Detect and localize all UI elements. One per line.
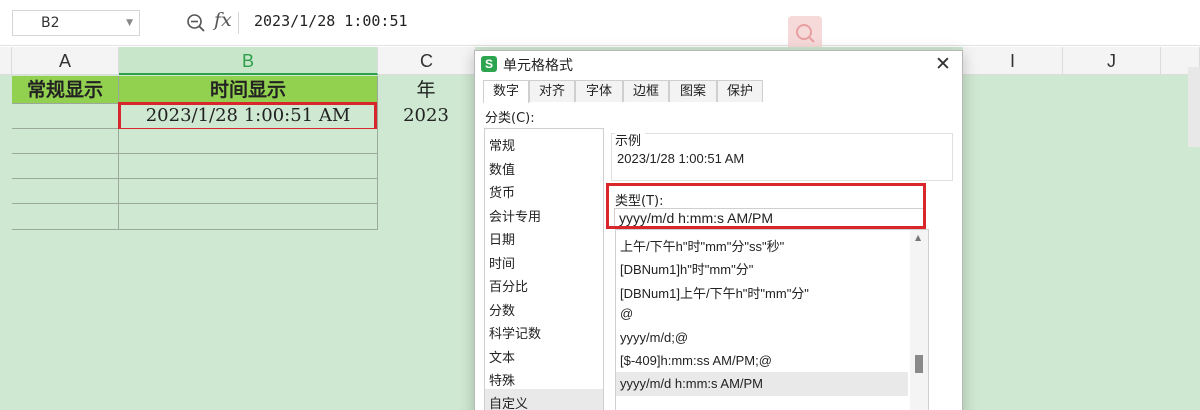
- tab-pattern[interactable]: 图案: [669, 80, 717, 102]
- category-item[interactable]: 货币: [489, 182, 515, 201]
- cell-a6[interactable]: [12, 204, 119, 230]
- chevron-up-icon[interactable]: ▲: [915, 233, 921, 242]
- category-item[interactable]: 时间: [489, 253, 515, 272]
- zoom-out-icon[interactable]: [186, 13, 206, 33]
- tab-number[interactable]: 数字: [483, 80, 529, 103]
- format-item[interactable]: [$-409]h:mm:ss AM/PM;@: [620, 353, 772, 368]
- category-item-selected[interactable]: 自定义: [489, 393, 528, 410]
- example-label: 示例: [615, 130, 646, 149]
- dialog-titlebar[interactable]: S 单元格格式 ✕: [475, 51, 962, 77]
- cell-b1[interactable]: 时间显示: [119, 76, 378, 104]
- column-header-b[interactable]: B: [119, 47, 378, 75]
- category-item[interactable]: 文本: [489, 347, 515, 366]
- selected-cell-highlight: [118, 102, 377, 131]
- name-box[interactable]: B2 ▼: [12, 10, 140, 36]
- tab-font[interactable]: 字体: [575, 80, 623, 102]
- vertical-scrollbar[interactable]: [1188, 67, 1200, 147]
- tab-border[interactable]: 边框: [623, 80, 669, 102]
- dialog-title: 单元格格式: [503, 58, 573, 74]
- category-item[interactable]: 分数: [489, 300, 515, 319]
- category-item[interactable]: 日期: [489, 229, 515, 248]
- column-header-a[interactable]: A: [12, 47, 119, 75]
- category-item[interactable]: 数值: [489, 159, 515, 178]
- format-item[interactable]: @: [620, 306, 633, 321]
- app-icon: S: [481, 56, 497, 72]
- close-icon[interactable]: ✕: [935, 53, 951, 75]
- cell-b6[interactable]: [119, 204, 378, 230]
- cell-reference: B2: [41, 15, 60, 31]
- corner-header[interactable]: [0, 47, 12, 75]
- format-cells-dialog: S 单元格格式 ✕ 数字 对齐 字体 边框 图案 保护 分类(C): 常规 数值…: [474, 50, 963, 410]
- category-item[interactable]: 会计专用: [489, 206, 541, 225]
- column-header-c[interactable]: C: [378, 47, 476, 75]
- cell-a4[interactable]: [12, 154, 119, 179]
- format-item[interactable]: [DBNum1]h"时"mm"分": [620, 259, 753, 278]
- category-item[interactable]: 常规: [489, 135, 515, 154]
- type-highlight-box: [606, 183, 926, 229]
- cell-b3[interactable]: [119, 129, 378, 154]
- cell-b4[interactable]: [119, 154, 378, 179]
- formula-bar: B2 ▼ fx 2023/1/28 1:00:51: [0, 0, 1200, 50]
- cell-a1[interactable]: 常规显示: [12, 76, 119, 104]
- format-list[interactable]: 上午/下午h"时"mm"分"ss"秒" [DBNum1]h"时"mm"分" [D…: [615, 229, 929, 410]
- cell-a5[interactable]: [12, 179, 119, 204]
- category-item[interactable]: 科学记数: [489, 323, 541, 342]
- format-list-scrollbar[interactable]: ▲: [910, 230, 928, 410]
- fx-icon[interactable]: fx: [214, 9, 232, 31]
- divider: [238, 12, 239, 34]
- cell-b5[interactable]: [119, 179, 378, 204]
- cell-a2[interactable]: [12, 104, 119, 129]
- column-header-i[interactable]: I: [963, 47, 1063, 75]
- formula-input[interactable]: 2023/1/28 1:00:51: [254, 12, 408, 30]
- scrollbar-thumb[interactable]: [915, 355, 923, 373]
- tab-protection[interactable]: 保护: [717, 80, 763, 102]
- category-item[interactable]: 百分比: [489, 276, 528, 295]
- category-label: 分类(C):: [485, 111, 535, 126]
- format-item-selected[interactable]: yyyy/m/d h:mm:s AM/PM: [620, 376, 763, 391]
- cell-c1[interactable]: 年: [378, 76, 474, 104]
- chevron-down-icon[interactable]: ▼: [126, 11, 133, 35]
- example-value: 2023/1/28 1:00:51 AM: [617, 151, 745, 166]
- format-item[interactable]: yyyy/m/d;@: [620, 330, 688, 345]
- format-item[interactable]: [DBNum1]上午/下午h"时"mm"分": [620, 283, 809, 302]
- format-item[interactable]: 上午/下午h"时"mm"分"ss"秒": [620, 236, 784, 255]
- category-item[interactable]: 特殊: [489, 370, 515, 389]
- cell-a3[interactable]: [12, 129, 119, 154]
- tab-alignment[interactable]: 对齐: [529, 80, 575, 102]
- cell-c2[interactable]: 2023: [378, 104, 474, 129]
- column-header-j[interactable]: J: [1063, 47, 1161, 75]
- category-list[interactable]: 常规 数值 货币 会计专用 日期 时间 百分比 分数 科学记数 文本 特殊 自定…: [484, 128, 604, 410]
- search-icon[interactable]: [788, 16, 822, 50]
